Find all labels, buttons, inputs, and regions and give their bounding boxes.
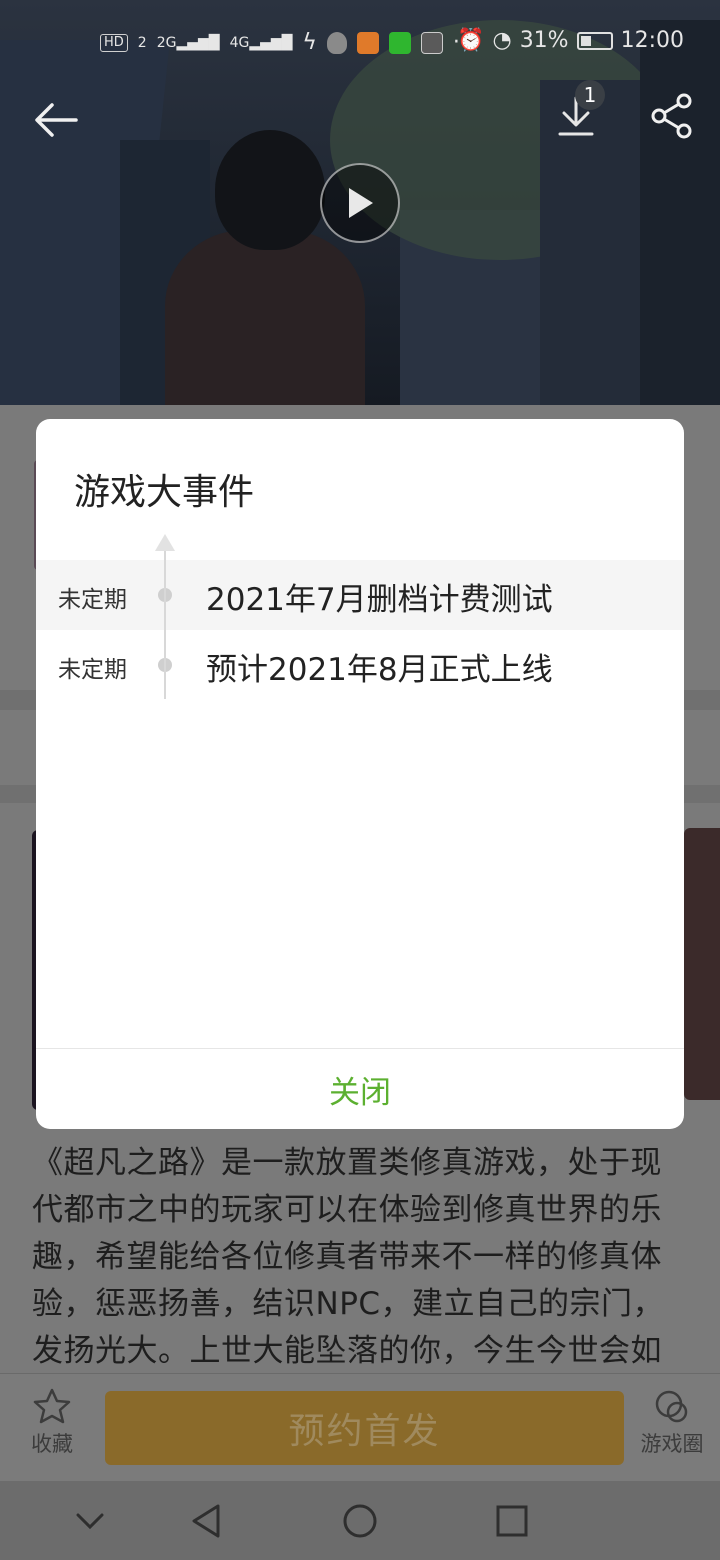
description-line: 趣，希望能给各位修真者带来不一样的修真体 xyxy=(32,1239,662,1275)
star-icon xyxy=(33,1388,71,1424)
iqiyi-icon xyxy=(388,31,411,54)
timeline-line xyxy=(164,551,166,699)
alarm-icon: ⏰ xyxy=(457,28,485,53)
triangle-back-icon xyxy=(192,1504,220,1538)
nav-back-button[interactable] xyxy=(184,1499,228,1543)
share-button[interactable] xyxy=(644,88,700,144)
back-button[interactable] xyxy=(28,92,84,148)
flash-icon: ϟ xyxy=(302,30,317,55)
screenshot-thumbnail xyxy=(684,828,720,1100)
signal-2g-icon: 2G▂▄▆█ xyxy=(156,34,220,51)
sim-indicator: 2 xyxy=(137,34,147,51)
reserve-button[interactable]: 预约首发 xyxy=(105,1391,624,1465)
share-icon xyxy=(651,93,692,139)
game-circle-icon xyxy=(655,1390,688,1423)
nav-home-button[interactable] xyxy=(338,1499,382,1543)
play-video-button[interactable] xyxy=(320,163,400,243)
bottom-action-bar: 收藏 预约首发 游戏圈 xyxy=(0,1373,720,1481)
clock: 12:00 xyxy=(620,28,684,53)
favorite-label: 收藏 xyxy=(31,1432,73,1456)
game-circle-button[interactable]: 游戏圈 xyxy=(632,1388,712,1458)
qq-icon xyxy=(326,31,347,54)
event-row: 未定期 预计2021年8月正式上线 xyxy=(36,630,684,700)
description-line: 发扬光大。上世大能坠落的你，今生今世会如 xyxy=(32,1333,662,1369)
nav-hide-button[interactable] xyxy=(68,1499,112,1543)
banner-character xyxy=(165,230,365,405)
description-line: 代都市之中的玩家可以在体验到修真世界的乐 xyxy=(32,1192,662,1228)
status-bar: HD 2 2G▂▄▆█ 4G▂▄▆█ ϟ ··· ⏰ ◔ 31% 12:00 xyxy=(0,26,720,60)
description-line: 验，惩恶扬善，结识NPC，建立自己的宗门， xyxy=(32,1286,665,1322)
chevron-down-icon xyxy=(76,1513,104,1530)
events-dialog: 游戏大事件 未定期 2021年7月删档计费测试 未定期 预计2021年8月正式上… xyxy=(36,419,684,1129)
close-button[interactable]: 关闭 xyxy=(36,1049,684,1129)
dialog-title: 游戏大事件 xyxy=(74,472,255,513)
event-date: 未定期 xyxy=(58,587,127,613)
status-left: HD 2 2G▂▄▆█ 4G▂▄▆█ ϟ ··· xyxy=(100,30,474,55)
hd-indicator: HD xyxy=(100,33,128,52)
description-line: 《超凡之路》是一款放置类修真游戏，处于现 xyxy=(32,1145,662,1181)
banner-character-head xyxy=(215,130,325,250)
favorite-button[interactable]: 收藏 xyxy=(12,1388,92,1458)
square-recents-icon xyxy=(496,1505,528,1537)
game-hall-icon xyxy=(420,31,443,54)
game-description: 《超凡之路》是一款放置类修真游戏，处于现 代都市之中的玩家可以在体验到修真世界的… xyxy=(32,1140,692,1375)
taobao-icon xyxy=(356,31,379,54)
event-date: 未定期 xyxy=(58,657,127,683)
event-text: 2021年7月删档计费测试 xyxy=(206,582,553,618)
download-count-badge: 1 xyxy=(575,80,605,110)
event-text: 预计2021年8月正式上线 xyxy=(206,652,553,688)
battery-icon xyxy=(576,31,613,50)
nav-recents-button[interactable] xyxy=(490,1499,534,1543)
event-row: 未定期 2021年7月删档计费测试 xyxy=(36,560,684,630)
timeline-arrow-icon xyxy=(155,534,175,551)
status-right: ⏰ ◔ 31% 12:00 xyxy=(457,28,684,53)
circle-home-icon xyxy=(343,1504,377,1538)
play-icon xyxy=(349,188,373,218)
banner-building xyxy=(640,20,720,405)
signal-4g-icon: 4G▂▄▆█ xyxy=(229,34,293,51)
game-circle-label: 游戏圈 xyxy=(640,1432,704,1456)
battery-percent: 31% xyxy=(519,28,569,53)
system-navigation-bar xyxy=(0,1481,720,1560)
speed-icon: ◔ xyxy=(492,28,512,53)
arrow-left-icon xyxy=(35,103,78,137)
